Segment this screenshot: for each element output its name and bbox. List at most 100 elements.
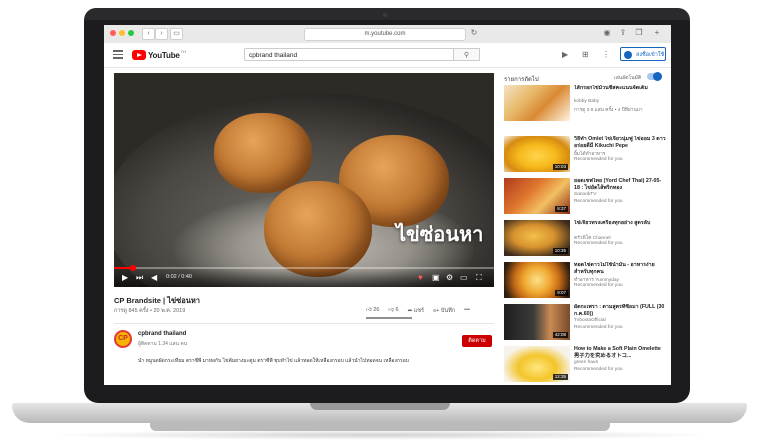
share-arrow-icon: ➦ (407, 308, 413, 314)
webcam (383, 13, 387, 17)
channel-subscribers: ผู้ติดตาม 1.34 แสน คน (138, 341, 188, 347)
apps-icon[interactable]: ⊞ (582, 50, 589, 60)
reload-icon[interactable]: ↻ (469, 28, 479, 38)
recommended-video[interactable]: 42:08 ผัดกะเพรา : ตามสูตรที่ซื้อมา (FULL… (504, 304, 669, 340)
tabs-icon[interactable]: ❐ (634, 28, 644, 38)
next-icon[interactable]: ⏭ (136, 273, 143, 283)
video-meta: การดู 845 ครั้ง • 20 พ.ค. 2019 (114, 308, 186, 314)
divider (114, 323, 494, 324)
time-display: 0:02 / 0:40 (166, 274, 192, 280)
recommended-title: ยอดเชฟไทย (Yord Chef Thai) 27-05-18 : ไข… (574, 178, 662, 191)
video-player[interactable]: ไข่ซ่อนหา ▶ ⏭ ◀ 0:02 / 0:40 ♥ ▣ ⚙ ▭ ⛶ (114, 73, 494, 287)
back-button[interactable]: ‹ (142, 28, 155, 40)
recommended-meta: Recommended for you (574, 283, 623, 288)
autoplay-toggle[interactable] (647, 72, 662, 81)
channel-name[interactable]: cpbrand thailand (138, 331, 186, 337)
like-heart-icon[interactable]: ♥ (418, 273, 423, 283)
settings-icon[interactable]: ⚙ (446, 273, 453, 283)
menu-icon[interactable] (113, 50, 123, 59)
autoplay-label: เล่นอัตโนมัติ (614, 75, 642, 81)
recommended-channel: kobby Baby (574, 99, 600, 104)
recommended-title: ทอดไข่ดาวไม่ใช้น้ำมัน - อาหารง่ายสำหรับท… (574, 262, 655, 275)
share-label: แชร์ (413, 308, 424, 314)
create-video-icon[interactable]: ▶ (562, 50, 568, 60)
more-actions-button[interactable]: ••• (464, 307, 470, 315)
recommended-meta: Recommended for you (574, 241, 623, 246)
browser-toolbar: ‹ › ▭ m.youtube.com ↻ ◉ ⇪ ❐ + (104, 25, 671, 44)
recommended-meta: Recommended for you (574, 325, 623, 330)
video-thumbnail[interactable]: 10:35 (504, 220, 570, 256)
video-thumbnail[interactable]: 8:37 (504, 178, 570, 214)
channel-avatar[interactable]: CP (114, 330, 132, 348)
new-tab-icon[interactable]: + (652, 28, 662, 38)
play-icon[interactable]: ▶ (122, 273, 128, 283)
like-ratio-bar (366, 317, 412, 319)
recommended-video[interactable]: ไส้กรอกไข่ม้วนชีสคะแนนจัดเต็ม kobby Baby… (504, 85, 669, 121)
recommended-channel: TvboxtaOfficial (574, 318, 606, 323)
url-text: m.youtube.com (364, 31, 406, 37)
account-icon (624, 50, 632, 59)
playlist-add-icon: ≡+ (432, 308, 440, 314)
video-duration: 10:35 (552, 248, 568, 254)
recommended-title: How to Make a Soft Plain Omelette 男子力を究め… (574, 346, 661, 359)
youtube-header: YouTube TH cpbrand thailand ⚲ ▶ ⊞ ⋮ ลงชื… (104, 43, 671, 68)
fullscreen-icon[interactable]: ⛶ (476, 273, 482, 283)
recommended-video[interactable]: 10:35 ไข่เจียวทรงเครื่องทุกอย่าง สูตรลับ… (504, 220, 669, 256)
recommended-meta: Recommended for you (574, 157, 623, 162)
sidebar-toggle-button[interactable]: ▭ (170, 28, 183, 40)
recommended-title: ไส้กรอกไข่ม้วนชีสคะแนนจัดเต็ม (574, 85, 648, 91)
recommended-title: วิธีทำ Omlet ไข่เจียวนุ่มฟู ไข่ออม 3 ดาว… (574, 136, 666, 149)
forward-button[interactable]: › (155, 28, 168, 40)
video-title: CP Brandsite | ไข่ซ่อนหา (114, 296, 201, 305)
like-button[interactable]: 👍︎ 26 (366, 307, 379, 315)
subtitles-icon[interactable]: ▣ (432, 273, 440, 283)
sign-in-button[interactable]: ลงชื่อเข้าใช้ (620, 47, 666, 61)
video-thumbnail[interactable]: 42:08 (504, 304, 570, 340)
extension-icon[interactable]: ◉ (602, 28, 612, 38)
recommended-meta: Recommended for you (574, 199, 623, 204)
recommended-video[interactable]: 8:37 ยอดเชฟไทย (Yord Chef Thai) 27-05-18… (504, 178, 669, 214)
youtube-logo[interactable]: YouTube TH (132, 49, 186, 61)
save-button[interactable]: ≡+ บันทึก (433, 307, 455, 315)
video-duration: 12:35 (552, 374, 568, 380)
video-thumbnail[interactable]: 9:07 (504, 262, 570, 298)
like-count: 26 (373, 307, 380, 313)
more-options-icon[interactable]: ⋮ (602, 50, 610, 60)
video-actions: 👍︎ 26 👎︎ 6 ➦ แชร์ ≡+ บันทึก ••• (366, 307, 470, 315)
close-window-button[interactable] (110, 30, 116, 36)
thumbs-up-icon: 👍︎ (366, 307, 372, 313)
recommended-title: ไข่เจียวทรงเครื่องทุกอย่าง สูตรลับ (574, 220, 651, 226)
recommended-video[interactable]: 12:35 How to Make a Soft Plain Omelette … (504, 346, 669, 382)
recommended-video[interactable]: 9:07 ทอดไข่ดาวไม่ใช้น้ำมัน - อาหารง่ายสำ… (504, 262, 669, 298)
fried-egg-ball-image (214, 113, 312, 193)
recommended-video[interactable]: 10:03 วิธีทำ Omlet ไข่เจียวนุ่มฟู ไข่ออม… (504, 136, 669, 172)
video-thumbnail[interactable]: 12:35 (504, 346, 570, 382)
video-duration: 42:08 (552, 332, 568, 338)
share-icon[interactable]: ⇪ (618, 28, 628, 38)
logo-text: YouTube (148, 50, 180, 60)
address-bar[interactable]: m.youtube.com (304, 28, 466, 41)
dislike-count: 6 (395, 307, 399, 313)
maximize-window-button[interactable] (128, 30, 134, 36)
recommended-channel: SanookTV (574, 192, 597, 197)
fried-egg-ball-image (264, 181, 372, 277)
dislike-button[interactable]: 👎︎ 6 (388, 307, 398, 315)
share-button[interactable]: ➦ แชร์ (408, 307, 424, 315)
laptop-hinge (310, 403, 450, 410)
video-thumbnail[interactable]: 10:03 (504, 136, 570, 172)
miniplayer-icon[interactable]: ▭ (460, 273, 468, 283)
recommended-meta: Recommended for you (574, 367, 623, 372)
player-controls: ▶ ⏭ ◀ 0:02 / 0:40 ♥ ▣ ⚙ ▭ ⛶ (114, 269, 494, 287)
save-label: บันทึก (440, 308, 456, 314)
minimize-window-button[interactable] (119, 30, 125, 36)
search-input[interactable]: cpbrand thailand (244, 48, 454, 61)
video-overlay-title: ไข่ซ่อนหา (396, 222, 484, 246)
recommended-meta: การดู 3.9 แสน ครั้ง • 4 ปีที่ผ่านมา (574, 108, 643, 113)
video-thumbnail[interactable] (504, 85, 570, 121)
search-icon: ⚲ (463, 52, 470, 59)
laptop-shadow (40, 430, 720, 440)
subscribe-button[interactable]: ติดตาม (462, 335, 492, 347)
volume-icon[interactable]: ◀ (151, 273, 157, 283)
search-button[interactable]: ⚲ (454, 48, 480, 61)
sign-in-label: ลงชื่อเข้าใช้ (636, 52, 665, 58)
